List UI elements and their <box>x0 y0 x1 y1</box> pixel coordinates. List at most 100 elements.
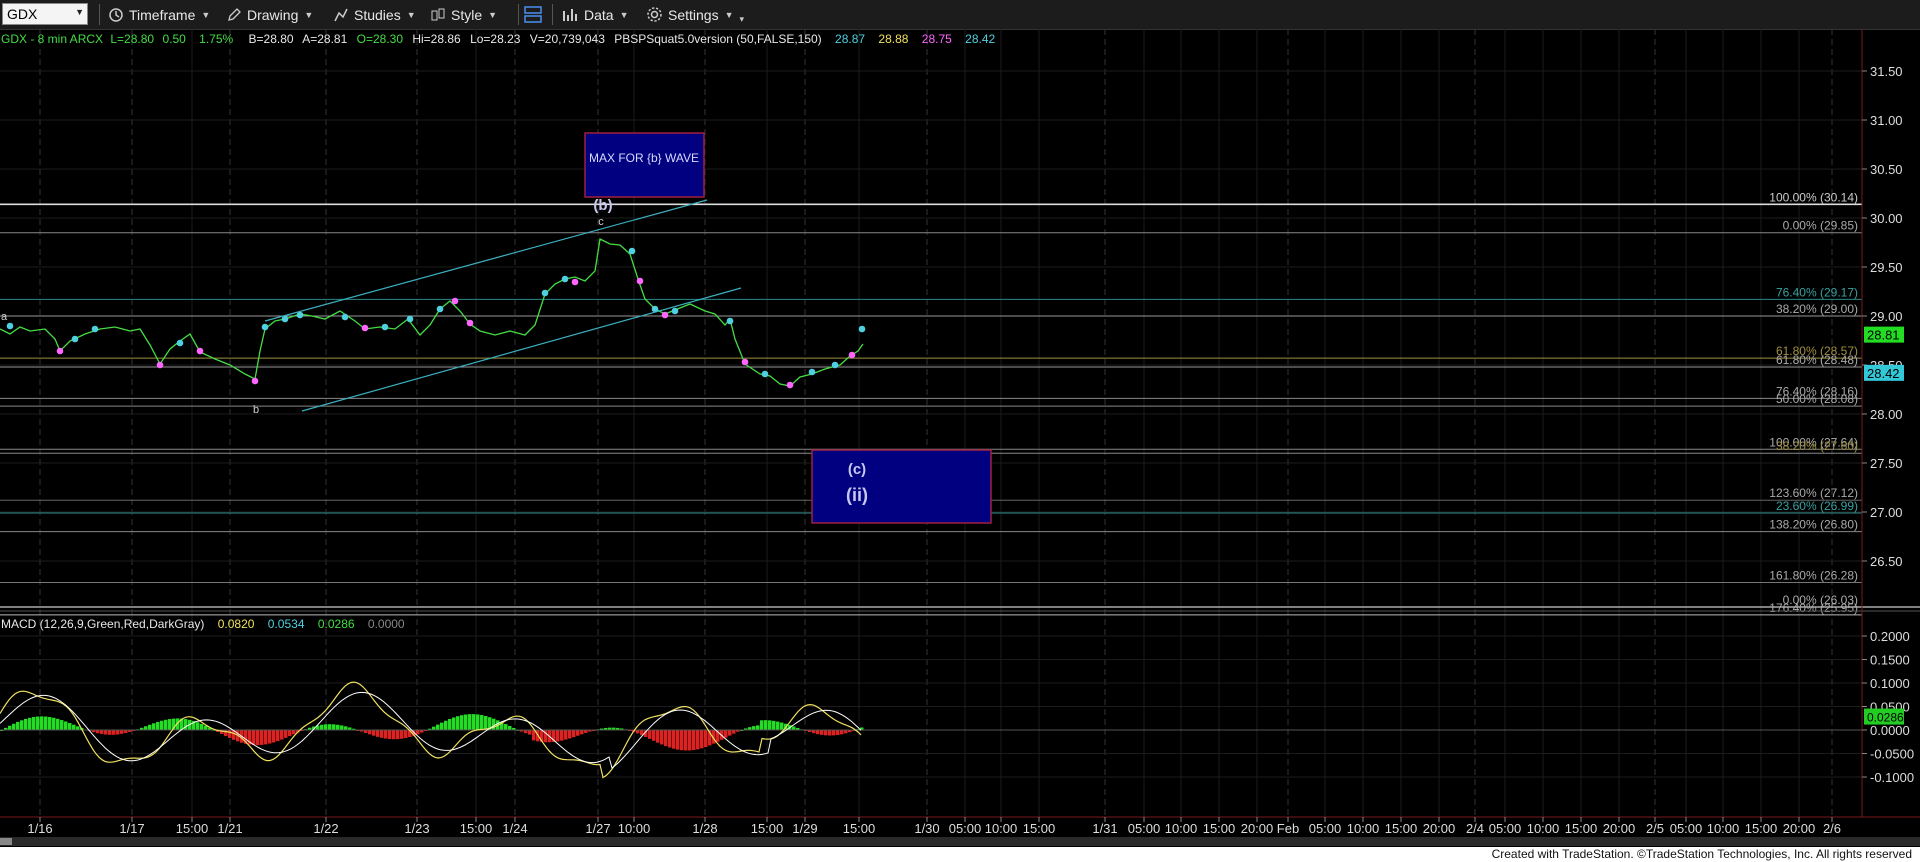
legend-study-value: 28.42 <box>965 32 995 46</box>
macd-histogram-bar <box>16 721 20 730</box>
time-tick-label: 10:00 <box>618 821 651 836</box>
settings-label: Settings <box>668 6 719 23</box>
drawing-menu[interactable]: Drawing ▼ <box>226 0 313 29</box>
studies-menu[interactable]: Studies ▼ <box>333 0 416 29</box>
macd-histogram-bar <box>816 730 820 735</box>
overflow-icon[interactable]: ▾ <box>740 14 745 25</box>
macd-histogram-bar <box>336 724 340 730</box>
macd-histogram-bar <box>380 730 384 738</box>
chart-toolbar: GDX ▼ Timeframe ▼ Drawing ▼ Studies ▼ St… <box>0 0 1920 30</box>
study-dot <box>406 315 414 323</box>
macd-histogram-bar <box>108 730 112 735</box>
wave-b-small-label: b <box>253 404 259 416</box>
study-dot <box>381 323 389 331</box>
time-tick-label: 15:00 <box>460 821 493 836</box>
macd-histogram-bar <box>148 724 152 730</box>
macd-histogram-bar <box>728 730 732 736</box>
study-dot <box>741 358 749 366</box>
fib-level-label: 50.00% (28.08) <box>1776 392 1858 406</box>
macd-histogram-bar <box>68 723 72 730</box>
time-tick-label: 1/22 <box>313 821 338 836</box>
macd-panel <box>0 681 1862 779</box>
wave-b-label: (b) <box>593 197 612 214</box>
macd-histogram-bar <box>260 730 264 745</box>
copyright-text: Created with TradeStation. ©TradeStation… <box>1491 847 1912 861</box>
macd-histogram-bar <box>252 730 256 746</box>
macd-histogram-bar <box>564 730 568 740</box>
price-series <box>0 238 866 389</box>
macd-histogram-bar <box>416 730 420 735</box>
time-tick-label: 15:00 <box>751 821 784 836</box>
price-tick-label: 31.00 <box>1870 113 1903 128</box>
b-wave-max-label: MAX FOR {b} WAVE <box>589 151 699 165</box>
last-price-badge-text: 28.42 <box>1867 366 1900 381</box>
macd-histogram-bar <box>700 730 704 749</box>
legend-bid: B=28.80 <box>249 32 294 46</box>
macd-histogram-bar <box>60 720 64 730</box>
study-dot <box>436 305 444 313</box>
data-menu[interactable]: Data ▼ <box>562 0 629 29</box>
study-dot <box>761 370 769 378</box>
price-tick-label: 30.00 <box>1870 211 1903 226</box>
timeframe-label: Timeframe <box>129 6 196 23</box>
macd-legend-value: 0.0534 <box>268 617 305 631</box>
macd-legend-value: 0.0820 <box>218 617 255 631</box>
last-price-badge-text: 28.81 <box>1867 328 1900 343</box>
macd-histogram-bar <box>508 725 512 730</box>
b-wave-max-box <box>584 132 705 198</box>
macd-histogram-bar <box>292 730 296 735</box>
study-dot <box>661 311 669 319</box>
time-tick-label: 2/4 <box>1466 821 1484 836</box>
legend-low: Lo=28.23 <box>470 32 521 46</box>
study-dot <box>296 311 304 319</box>
macd-histogram-bar <box>396 730 400 740</box>
macd-histogram-bar <box>256 730 260 746</box>
macd-legend-label: MACD (12,26,9,Green,Red,DarkGray) <box>1 617 204 631</box>
macd-histogram-bar <box>464 714 468 730</box>
macd-histogram-bar <box>824 730 828 736</box>
study-dot <box>848 351 856 359</box>
price-chart[interactable]: 100.00% (30.14) 0.00% (29.85) 76.40% (29.1… <box>0 29 1920 837</box>
time-tick-label: 05:00 <box>1670 821 1703 836</box>
macd-histogram-bar <box>280 730 284 740</box>
macd-histogram-bar <box>832 730 836 736</box>
legend-ask: A=28.81 <box>302 32 347 46</box>
layout-button[interactable] <box>523 0 543 29</box>
macd-histogram-bar <box>120 730 124 734</box>
toolbar-separator <box>552 4 553 25</box>
time-tick-label: 20:00 <box>1241 821 1274 836</box>
horizontal-scrollbar[interactable] <box>0 837 1920 846</box>
macd-histogram-bar <box>184 719 188 730</box>
time-tick-label: 15:00 <box>1385 821 1418 836</box>
macd-histogram-bar <box>452 717 456 730</box>
study-dot <box>156 361 164 369</box>
study-dot <box>628 247 636 255</box>
macd-histogram-bar <box>664 730 668 747</box>
drawing-label: Drawing <box>247 6 299 23</box>
scrollbar-thumb[interactable] <box>0 838 12 845</box>
settings-menu[interactable]: Settings ▼ ▾ <box>646 0 744 29</box>
macd-histogram-bar <box>448 718 452 730</box>
macd-histogram-bar <box>404 730 408 739</box>
macd-histogram-bar <box>444 720 448 730</box>
price-tick-label: 29.00 <box>1870 309 1903 324</box>
price-tick-label: 27.00 <box>1870 505 1903 520</box>
macd-histogram-bar <box>560 730 564 741</box>
study-dot <box>561 275 569 283</box>
style-menu[interactable]: Style ▼ <box>430 0 497 29</box>
macd-histogram-bar <box>72 724 76 730</box>
fib-level-label: 23.60% (26.99) <box>1776 499 1858 513</box>
macd-histogram-bar <box>840 730 844 735</box>
study-dot <box>176 339 184 347</box>
macd-histogram-bar <box>144 726 148 730</box>
legend-volume: V=20,739,043 <box>530 32 605 46</box>
study-dot <box>91 325 99 333</box>
price-tick-label: 30.50 <box>1870 162 1903 177</box>
study-dot <box>466 319 474 327</box>
wave-c-small-label: c <box>598 216 604 228</box>
symbol-selector[interactable]: GDX ▼ <box>2 3 88 25</box>
time-tick-label: 05:00 <box>1128 821 1161 836</box>
timeframe-menu[interactable]: Timeframe ▼ <box>108 0 210 29</box>
macd-histogram-bar <box>760 720 764 730</box>
fib-level-label: 76.40% (29.17) <box>1776 285 1858 299</box>
